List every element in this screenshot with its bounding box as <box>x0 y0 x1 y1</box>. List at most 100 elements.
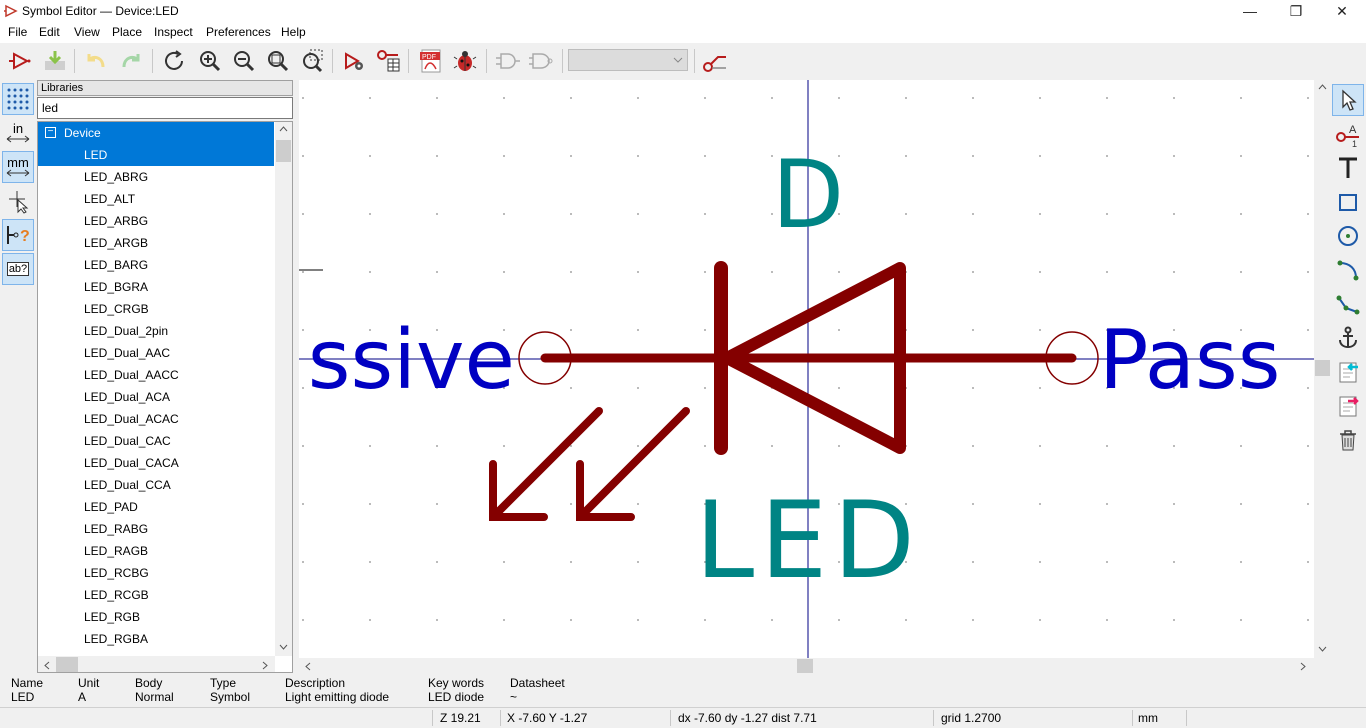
menu-place[interactable]: Place <box>112 25 142 39</box>
info-value-name: LED <box>11 690 35 704</box>
zoom-out-button[interactable] <box>229 47 259 75</box>
canvas-vertical-scrollbar[interactable] <box>1314 80 1331 658</box>
library-item[interactable]: LED_BARG <box>38 254 274 276</box>
library-item[interactable]: LED_Dual_AACC <box>38 364 274 386</box>
symbol-properties-button[interactable] <box>339 47 369 75</box>
toggle-grid-button[interactable] <box>2 83 34 115</box>
tree-vertical-scrollbar[interactable] <box>275 122 292 656</box>
scroll-down-arrow-icon[interactable] <box>279 644 288 650</box>
library-item[interactable]: LED_Dual_CACA <box>38 452 274 474</box>
library-item[interactable]: LED_PAD <box>38 496 274 518</box>
show-pin-electrical-button[interactable] <box>700 47 730 75</box>
library-item[interactable]: LED <box>38 144 274 166</box>
info-header-description: Description <box>285 676 346 690</box>
save-button[interactable] <box>40 47 70 75</box>
redo-button[interactable] <box>116 47 146 75</box>
library-item[interactable]: LED_Dual_CCA <box>38 474 274 496</box>
library-item-label: LED_Dual_CACA <box>84 456 179 470</box>
library-item[interactable]: LED_RGB <box>38 606 274 628</box>
library-item[interactable]: LED_ARGB <box>38 232 274 254</box>
scroll-up-arrow-icon[interactable] <box>279 126 288 132</box>
add-text-button[interactable] <box>1332 152 1364 184</box>
demorgan-alt-button[interactable] <box>527 47 557 75</box>
status-bar: Z 19.21 X -7.60 Y -1.27 dx -7.60 dy -1.2… <box>0 707 1366 728</box>
tree-row-library[interactable]: − Device <box>38 122 274 144</box>
library-item[interactable]: LED_RGBA <box>38 628 274 650</box>
add-polyline-button[interactable] <box>1332 288 1364 320</box>
close-button[interactable]: ✕ <box>1319 0 1365 23</box>
and-gate-icon <box>496 53 520 69</box>
zoom-selection-button[interactable] <box>298 47 328 75</box>
info-value-type: Symbol <box>210 690 251 704</box>
collapse-icon[interactable]: − <box>45 127 56 138</box>
set-anchor-button[interactable] <box>1332 322 1364 354</box>
canvas-horizontal-scrollbar[interactable] <box>299 658 1314 674</box>
restore-button[interactable]: ❐ <box>1273 0 1319 23</box>
library-item[interactable]: LED_Dual_2pin <box>38 320 274 342</box>
zoom-fit-button[interactable] <box>263 47 293 75</box>
electrical-type-button[interactable]: ab? <box>2 253 34 285</box>
value-field[interactable]: LED <box>695 479 921 602</box>
import-graphics-button[interactable] <box>1332 356 1364 388</box>
library-item[interactable]: LED_RABG <box>38 518 274 540</box>
export-graphics-button[interactable] <box>1332 390 1364 422</box>
delete-tool-button[interactable] <box>1332 424 1364 456</box>
scroll-right-arrow-icon[interactable] <box>1300 662 1306 671</box>
tree-scroll-thumb[interactable] <box>276 140 291 162</box>
library-item[interactable]: LED_Dual_ACAC <box>38 408 274 430</box>
scroll-down-arrow-icon[interactable] <box>1318 646 1327 652</box>
add-circle-button[interactable] <box>1332 220 1364 252</box>
pin-table-button[interactable] <box>374 47 404 75</box>
library-item[interactable]: LED_ARBG <box>38 210 274 232</box>
library-item[interactable]: LED_RCGB <box>38 584 274 606</box>
full-crosshair-button[interactable] <box>2 185 34 217</box>
menu-file[interactable]: File <box>8 25 27 39</box>
new-symbol-button[interactable] <box>5 47 35 75</box>
menu-inspect[interactable]: Inspect <box>154 25 193 39</box>
refresh-button[interactable] <box>160 47 190 75</box>
canvas-hscroll-thumb[interactable] <box>797 659 813 673</box>
export-pdf-button[interactable]: PDF <box>416 47 446 75</box>
add-pin-button[interactable]: A1 <box>1332 118 1364 150</box>
library-item[interactable]: LED_RCBG <box>38 562 274 584</box>
canvas-vscroll-thumb[interactable] <box>1315 360 1330 376</box>
menu-view[interactable]: View <box>74 25 100 39</box>
library-item[interactable]: LED_Dual_AAC <box>38 342 274 364</box>
select-tool-button[interactable] <box>1332 84 1364 116</box>
library-item[interactable]: LED_RAGB <box>38 540 274 562</box>
scroll-left-arrow-icon[interactable] <box>305 662 311 671</box>
library-item-label: LED_RGB <box>84 610 141 624</box>
add-arc-button[interactable] <box>1332 254 1364 286</box>
units-mm-button[interactable]: mm <box>2 151 34 183</box>
symbol-drawing[interactable]: D LED ssive Pass <box>299 80 1314 658</box>
scroll-left-arrow-icon[interactable] <box>44 661 50 670</box>
refresh-icon <box>165 50 183 70</box>
library-item[interactable]: LED_ABRG <box>38 166 274 188</box>
library-item[interactable]: LED_Dual_CAC <box>38 430 274 452</box>
scroll-right-arrow-icon[interactable] <box>262 661 268 670</box>
library-item-label: LED_ARBG <box>84 214 149 228</box>
reference-field[interactable]: D <box>772 141 844 250</box>
library-search-input[interactable] <box>37 97 293 119</box>
tree-horizontal-scrollbar[interactable] <box>38 656 275 672</box>
menu-help[interactable]: Help <box>281 25 306 39</box>
add-rectangle-button[interactable] <box>1332 186 1364 218</box>
library-item[interactable]: LED_Dual_ACA <box>38 386 274 408</box>
menu-edit[interactable]: Edit <box>39 25 60 39</box>
minimize-button[interactable]: — <box>1227 0 1273 23</box>
zoom-in-button[interactable] <box>195 47 225 75</box>
inspect-bug-button[interactable] <box>450 47 480 75</box>
units-inch-button[interactable]: in <box>2 117 34 149</box>
menu-preferences[interactable]: Preferences <box>206 25 271 39</box>
unit-selector-dropdown[interactable] <box>568 49 688 71</box>
scroll-up-arrow-icon[interactable] <box>1318 84 1327 90</box>
undo-button[interactable] <box>81 47 111 75</box>
library-item[interactable]: LED_BGRA <box>38 276 274 298</box>
show-hidden-pins-button[interactable]: ? <box>2 219 34 251</box>
library-item[interactable]: LED_ALT <box>38 188 274 210</box>
demorgan-normal-button[interactable] <box>493 47 523 75</box>
library-item-label: LED_Dual_ACAC <box>84 412 179 426</box>
library-item[interactable]: LED_CRGB <box>38 298 274 320</box>
symbol-canvas[interactable]: D LED ssive Pass <box>299 80 1314 658</box>
tree-hscroll-thumb[interactable] <box>56 657 78 672</box>
